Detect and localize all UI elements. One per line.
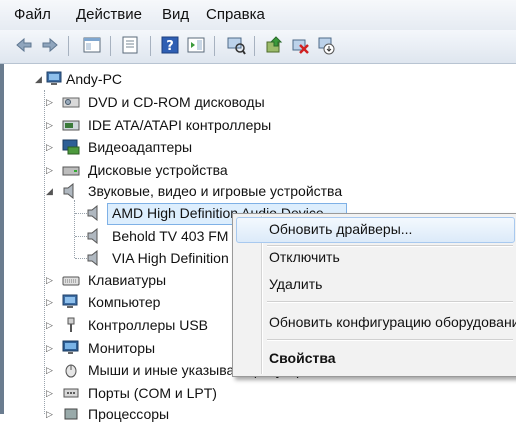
context-menu-separator [267,301,513,303]
toolbar-separator [68,36,69,56]
action-pane-icon[interactable] [186,35,206,55]
tree-node-label: Контроллеры USB [88,317,208,333]
update-driver-icon[interactable] [264,35,284,55]
menu-bar: Файл Действие Вид Справка [0,0,516,30]
collapse-arrow-icon[interactable]: ▷ [46,343,56,353]
disk-drive-icon [62,162,80,178]
tree-node-label: Behold TV 403 FM [112,228,229,244]
tree-node-label: DVD и CD-ROM дисководы [88,94,265,110]
properties-sheet-icon[interactable] [120,35,140,55]
tree-node-label: Видеоадаптеры [88,139,193,155]
toolbar-separator [150,36,151,56]
disable-menu-item[interactable]: Отключить [269,248,340,266]
collapse-arrow-icon[interactable]: ▷ [46,409,56,419]
collapse-arrow-icon[interactable]: ▷ [46,320,56,330]
tree-guide-line [74,200,75,258]
forward-arrow-icon[interactable] [40,35,60,55]
collapse-arrow-icon[interactable]: ▷ [46,365,56,375]
usb-icon [62,317,80,333]
expand-arrow-icon[interactable]: ◢ [35,74,45,84]
context-menu: Обновить драйверы... Отключить Удалить О… [232,213,516,377]
tree-node-label: Мониторы [88,340,156,356]
menu-help[interactable]: Справка [206,6,265,23]
scan-hardware-icon[interactable] [226,35,246,55]
computer-icon [62,294,80,310]
collapse-arrow-icon[interactable]: ▷ [46,142,56,152]
mouse-icon [62,362,80,378]
toolbar-separator [254,36,255,56]
tree-node-label: Порты (COM и LPT) [88,385,217,401]
ide-controller-icon [62,117,80,133]
collapse-arrow-icon[interactable]: ▷ [46,388,56,398]
context-menu-separator [267,339,513,341]
menu-action[interactable]: Действие [76,6,142,23]
computer-icon [46,71,64,87]
speaker-icon [86,204,104,222]
tree-node-label: Дисковые устройства [88,162,228,178]
tree-root-label: Andy-PC [66,71,123,87]
dvd-drive-icon [62,94,80,110]
back-arrow-icon[interactable] [14,35,34,55]
uninstall-menu-item[interactable]: Удалить [269,275,322,293]
collapse-arrow-icon[interactable]: ▷ [46,165,56,175]
collapse-arrow-icon[interactable]: ▷ [46,297,56,307]
speaker-icon [62,182,80,200]
menu-file[interactable]: Файл [14,6,51,23]
display-adapter-icon [62,139,80,155]
tree-guide-line [44,90,45,414]
disable-device-icon[interactable] [316,35,336,55]
svg-text:?: ? [166,39,174,54]
speaker-icon [86,249,104,267]
collapse-arrow-icon[interactable]: ▷ [46,97,56,107]
tree-node-label: Компьютер [88,294,161,310]
port-icon [62,385,80,401]
properties-menu-item[interactable]: Свойства [269,349,336,367]
tree-node-label: Процессоры [88,406,170,422]
tree-node-label: IDE ATA/ATAPI контроллеры [88,117,272,133]
tree-node-label: Звуковые, видео и игровые устройства [88,183,343,199]
collapse-arrow-icon[interactable]: ▷ [46,275,56,285]
collapse-arrow-icon[interactable]: ▷ [46,120,56,130]
menu-view[interactable]: Вид [162,6,189,23]
keyboard-icon [62,272,80,288]
toolbar: ? [0,30,516,64]
help-icon[interactable]: ? [160,35,180,55]
uninstall-device-icon[interactable] [290,35,310,55]
toolbar-separator [214,36,215,56]
processor-icon [62,406,80,422]
scan-hardware-menu-item[interactable]: Обновить конфигурацию оборудования [269,313,516,331]
speaker-icon [86,227,104,245]
context-menu-separator [267,245,513,247]
monitor-icon [62,340,80,356]
toolbar-separator [110,36,111,56]
show-hide-console-tree-icon[interactable] [82,35,102,55]
update-drivers-menu-item[interactable]: Обновить драйверы... [269,220,412,238]
expand-arrow-icon[interactable]: ◢ [46,186,56,196]
tree-node-label: Клавиатуры [88,272,167,288]
window-left-edge [0,64,4,414]
